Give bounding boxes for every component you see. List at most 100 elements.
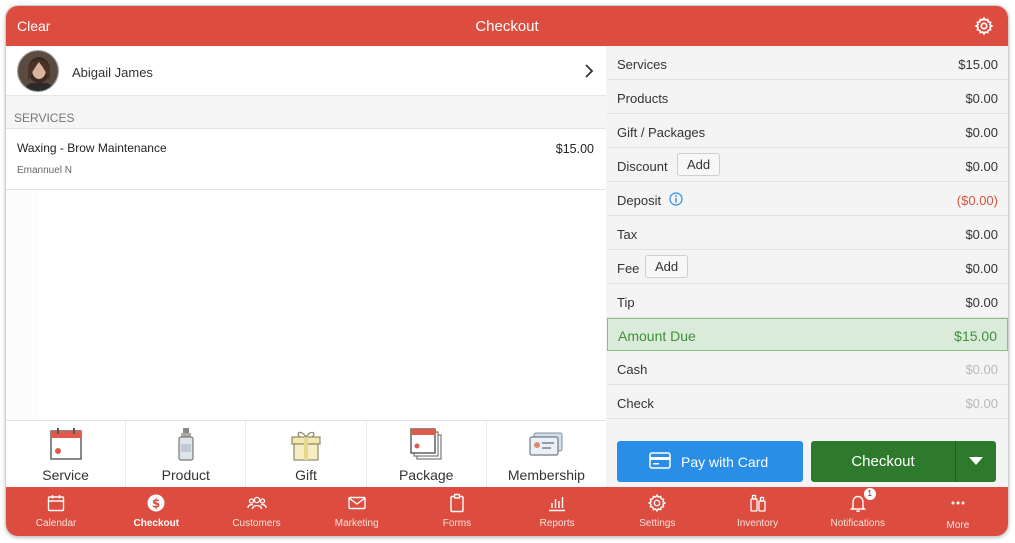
check-row[interactable]: Check $0.00 xyxy=(607,385,1008,419)
discount-label: Discount xyxy=(617,159,668,174)
nav-label: Notifications xyxy=(830,518,885,529)
service-staff: Emannuel N xyxy=(17,165,73,176)
amount-due-row: Amount Due $15.00 xyxy=(607,318,1008,351)
service-name: Waxing - Brow Maintenance xyxy=(17,141,167,155)
nav-reports[interactable]: Reports xyxy=(507,487,607,536)
dollar-icon: $ xyxy=(147,494,165,512)
nav-label: Settings xyxy=(639,518,676,529)
nav-label: More xyxy=(946,520,970,531)
add-discount-button[interactable]: Add xyxy=(677,153,721,176)
gift-packages-total-row: Gift / Packages $0.00 xyxy=(607,114,1008,148)
deposit-row: Deposit ($0.00) xyxy=(607,182,1008,216)
services-total-row: Services $15.00 xyxy=(607,46,1008,80)
nav-label: Reports xyxy=(539,518,575,529)
tax-value: $0.00 xyxy=(965,227,998,242)
nav-calendar[interactable]: Calendar xyxy=(6,487,106,536)
nav-label: Customers xyxy=(232,518,281,529)
nav-more[interactable]: More xyxy=(908,487,1008,536)
top-bar: Clear Checkout xyxy=(6,6,1008,46)
service-line-item[interactable]: Waxing - Brow Maintenance Emannuel N $15… xyxy=(6,129,606,190)
credit-card-icon xyxy=(649,452,671,469)
nav-settings[interactable]: Settings xyxy=(607,487,707,536)
calendar-stack-icon xyxy=(410,428,442,460)
check-label: Check xyxy=(617,396,654,411)
avatar xyxy=(17,50,59,92)
totals-panel: Services $15.00 Products $0.00 Gift / Pa… xyxy=(607,46,1008,487)
calendar-icon xyxy=(47,495,65,512)
gear-icon xyxy=(648,493,667,513)
services-total-label: Services xyxy=(617,57,667,72)
nav-inventory[interactable]: Inventory xyxy=(707,487,807,536)
add-package-tile[interactable]: Package xyxy=(366,421,487,487)
nav-label: Forms xyxy=(442,518,472,529)
tax-row: Tax $0.00 xyxy=(607,216,1008,250)
nav-notifications[interactable]: 1 Notifications xyxy=(808,487,908,536)
pay-with-card-button[interactable]: Pay with Card xyxy=(617,441,803,482)
service-price: $15.00 xyxy=(555,142,594,156)
tile-label: Product xyxy=(161,467,210,483)
services-heading: SERVICES xyxy=(14,111,75,125)
tile-label: Package xyxy=(398,467,454,483)
fee-value: $0.00 xyxy=(965,261,998,276)
gift-icon xyxy=(291,431,321,461)
fee-row: Fee Add $0.00 xyxy=(607,250,1008,284)
app-window: Clear Checkout Abigail James SERVICES Wa… xyxy=(6,6,1008,536)
services-total-value: $15.00 xyxy=(958,57,998,72)
services-section-header: SERVICES xyxy=(6,96,606,129)
membership-card-icon xyxy=(529,432,563,456)
nav-forms[interactable]: Forms xyxy=(407,487,507,536)
cash-label: Cash xyxy=(617,362,648,377)
clipboard-icon xyxy=(450,493,464,513)
discount-row: Discount Add $0.00 xyxy=(607,148,1008,182)
cash-value: $0.00 xyxy=(965,362,998,377)
gift-packages-value: $0.00 xyxy=(965,125,998,140)
tip-value: $0.00 xyxy=(965,295,998,310)
products-total-value: $0.00 xyxy=(965,91,998,106)
cart-empty-area xyxy=(6,190,606,420)
cart-panel: Abigail James SERVICES Waxing - Brow Mai… xyxy=(6,46,607,487)
checkout-label: Checkout xyxy=(851,453,915,470)
nav-label: Inventory xyxy=(736,518,779,529)
info-icon[interactable] xyxy=(669,192,683,206)
calendar-icon xyxy=(49,428,82,460)
page-title: Checkout xyxy=(475,18,539,35)
amount-due-label: Amount Due xyxy=(618,328,696,344)
add-gift-tile[interactable]: Gift xyxy=(246,421,367,487)
discount-value: $0.00 xyxy=(965,159,998,174)
gift-packages-label: Gift / Packages xyxy=(617,125,706,140)
nav-marketing[interactable]: Marketing xyxy=(307,487,407,536)
add-membership-tile[interactable]: Membership xyxy=(486,421,607,487)
client-name: Abigail James xyxy=(72,65,153,80)
client-row[interactable]: Abigail James xyxy=(6,46,606,96)
bar-chart-icon xyxy=(549,497,566,512)
envelope-icon xyxy=(348,496,366,510)
quick-add-bar: Service Product Gift Package Membership xyxy=(6,420,607,487)
gear-icon[interactable] xyxy=(974,16,994,36)
checkout-options-button[interactable] xyxy=(955,441,996,482)
tile-label: Gift xyxy=(295,467,317,483)
deposit-value: ($0.00) xyxy=(956,193,998,208)
nav-label: Checkout xyxy=(133,518,180,529)
check-value: $0.00 xyxy=(965,396,998,411)
svg-text:$: $ xyxy=(152,497,160,511)
bottle-icon xyxy=(178,428,194,461)
deposit-label: Deposit xyxy=(617,193,662,208)
tile-label: Service xyxy=(42,467,89,483)
people-icon xyxy=(246,496,267,510)
tip-row: Tip $0.00 xyxy=(607,284,1008,318)
checkout-button[interactable]: Checkout xyxy=(811,441,955,482)
bottom-nav: Calendar $ Checkout Customers Marketing xyxy=(6,487,1008,536)
nav-label: Marketing xyxy=(334,518,379,529)
chevron-right-icon xyxy=(585,64,594,78)
tip-label: Tip xyxy=(617,295,635,310)
ellipsis-icon xyxy=(951,501,965,505)
tax-label: Tax xyxy=(617,227,638,242)
add-fee-button[interactable]: Add xyxy=(645,255,689,278)
nav-label: Calendar xyxy=(35,518,77,529)
tile-label: Membership xyxy=(507,467,585,483)
cash-row[interactable]: Cash $0.00 xyxy=(607,351,1008,385)
nav-customers[interactable]: Customers xyxy=(206,487,306,536)
add-product-tile[interactable]: Product xyxy=(126,421,247,487)
nav-checkout[interactable]: $ Checkout xyxy=(106,487,206,536)
add-service-tile[interactable]: Service xyxy=(6,421,127,487)
